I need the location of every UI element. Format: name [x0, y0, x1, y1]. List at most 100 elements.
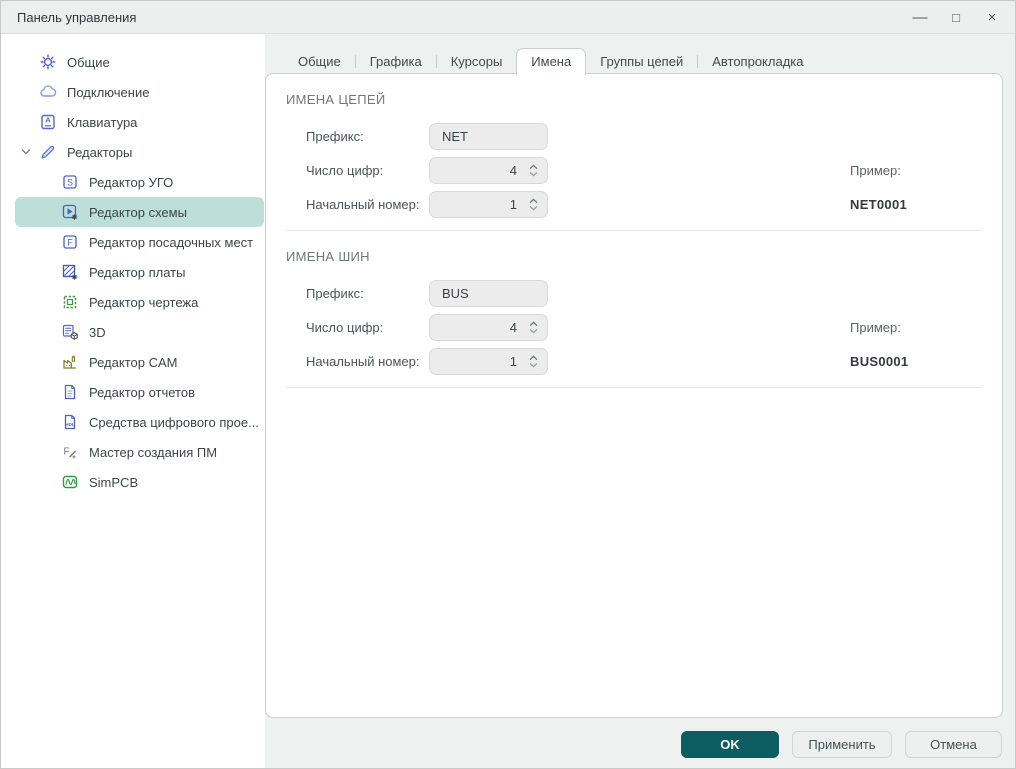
- settings-panel: ИМЕНА ЦЕПЕЙ Префикс: Число цифр:: [265, 73, 1003, 718]
- sidebar-item-label: Общие: [67, 54, 110, 70]
- section-title: ИМЕНА ЦЕПЕЙ: [286, 92, 386, 107]
- hdl-icon: HDL: [61, 413, 79, 431]
- sidebar-item-label: Подключение: [67, 84, 150, 100]
- example-value: BUS0001: [850, 354, 909, 369]
- net-prefix-input[interactable]: [429, 123, 548, 150]
- example-label: Пример:: [850, 163, 901, 178]
- tab-bar: Общие Графика Курсоры Имена Группы цепей…: [284, 48, 818, 75]
- gear-icon: [39, 53, 57, 71]
- maximize-button[interactable]: □: [941, 5, 971, 31]
- sidebar-item-footprint-wizard[interactable]: F Мастер создания ПМ: [15, 437, 264, 467]
- bus-prefix-input[interactable]: [429, 280, 548, 307]
- close-icon: ×: [987, 9, 997, 26]
- svg-text:HDL: HDL: [65, 422, 75, 427]
- bus-names-section: ИМЕНА ШИН Префикс: Число цифр:: [286, 249, 982, 375]
- sidebar-item-3d[interactable]: 3D: [15, 317, 264, 347]
- spinner-arrows-icon[interactable]: [528, 162, 539, 179]
- sidebar-item-label: Редактор CAM: [89, 354, 178, 370]
- tab-autorouting[interactable]: Автопрокладка: [698, 49, 817, 75]
- spinner-arrows-icon[interactable]: [528, 353, 539, 370]
- tab-cursors[interactable]: Курсоры: [437, 49, 517, 75]
- cloud-icon: [39, 83, 57, 101]
- field-label: Префикс:: [306, 286, 364, 301]
- sidebar-item-label: 3D: [89, 324, 106, 340]
- sidebar-item-simpcb[interactable]: SimPCB: [15, 467, 264, 497]
- sidebar-item-editors[interactable]: Редакторы: [15, 137, 264, 167]
- sidebar-item-schematic-editor[interactable]: Редактор схемы: [15, 197, 264, 227]
- tab-names[interactable]: Имена: [516, 48, 587, 75]
- tab-net-groups[interactable]: Группы цепей: [586, 49, 697, 75]
- sidebar-item-connection[interactable]: Подключение: [15, 77, 264, 107]
- apply-button[interactable]: Применить: [792, 731, 892, 758]
- tab-general[interactable]: Общие: [284, 49, 355, 75]
- 3d-icon: [61, 323, 79, 341]
- titlebar: Панель управления — □ ×: [1, 1, 1015, 34]
- bus-digits-spinner: [429, 314, 548, 341]
- field-label: Начальный номер:: [306, 354, 420, 369]
- sidebar-item-label: Редактор УГО: [89, 174, 174, 190]
- minimize-button[interactable]: —: [905, 5, 935, 31]
- svg-text:F: F: [64, 447, 70, 458]
- sidebar-item-label: Средства цифрового прое...: [89, 414, 259, 430]
- svg-text:F: F: [67, 237, 73, 247]
- sidebar-item-label: Клавиатура: [67, 114, 138, 130]
- symbol-editor-icon: S: [61, 173, 79, 191]
- sidebar-item-board-editor[interactable]: Редактор платы: [15, 257, 264, 287]
- sidebar-item-label: Редактор посадочных мест: [89, 234, 254, 250]
- bus-start-number-spinner: [429, 348, 548, 375]
- sidebar-item-label: SimPCB: [89, 474, 139, 490]
- form-row: Префикс:: [306, 280, 982, 307]
- sidebar-item-label: Мастер создания ПМ: [89, 444, 218, 460]
- report-editor-icon: [61, 383, 79, 401]
- close-button[interactable]: ×: [977, 5, 1007, 31]
- control-panel-window: Панель управления — □ × Общие Подключени…: [0, 0, 1016, 769]
- net-names-section: ИМЕНА ЦЕПЕЙ Префикс: Число цифр:: [286, 92, 982, 218]
- window-title: Панель управления: [17, 9, 137, 25]
- minimize-icon: —: [912, 9, 928, 26]
- window-controls: — □ ×: [905, 1, 1007, 34]
- pencil-icon: [39, 143, 57, 161]
- drawing-editor-icon: [61, 293, 79, 311]
- board-editor-icon: [61, 263, 79, 281]
- sidebar-item-label: Редактор схемы: [89, 204, 187, 220]
- section-title: ИМЕНА ШИН: [286, 249, 370, 264]
- sidebar-item-symbol-editor[interactable]: S Редактор УГО: [15, 167, 264, 197]
- svg-text:S: S: [67, 177, 73, 187]
- net-start-number-spinner: [429, 191, 548, 218]
- section-divider: [286, 230, 982, 231]
- keyboard-icon: A: [39, 113, 57, 131]
- schematic-editor-icon: [61, 203, 79, 221]
- field-label: Начальный номер:: [306, 197, 420, 212]
- footprint-editor-icon: F: [61, 233, 79, 251]
- maximize-icon: □: [952, 10, 960, 25]
- sidebar-item-keyboard[interactable]: A Клавиатура: [15, 107, 264, 137]
- sidebar-item-label: Редактор платы: [89, 264, 186, 280]
- spinner-arrows-icon[interactable]: [528, 319, 539, 336]
- sidebar-item-label: Редактор отчетов: [89, 384, 195, 400]
- ok-button[interactable]: OK: [681, 731, 779, 758]
- field-label: Число цифр:: [306, 320, 384, 335]
- sidebar-item-label: Редакторы: [67, 144, 133, 160]
- sidebar-item-general[interactable]: Общие: [15, 47, 264, 77]
- sidebar-item-report-editor[interactable]: Редактор отчетов: [15, 377, 264, 407]
- sidebar-item-footprint-editor[interactable]: F Редактор посадочных мест: [15, 227, 264, 257]
- field-label: Префикс:: [306, 129, 364, 144]
- section-divider: [286, 387, 982, 388]
- example-value: NET0001: [850, 197, 908, 212]
- sidebar-item-label: Редактор чертежа: [89, 294, 199, 310]
- net-digits-spinner: [429, 157, 548, 184]
- spinner-arrows-icon[interactable]: [528, 196, 539, 213]
- example-label: Пример:: [850, 320, 901, 335]
- sidebar-item-drawing-editor[interactable]: Редактор чертежа: [15, 287, 264, 317]
- form-row: Префикс:: [306, 123, 982, 150]
- chevron-down-icon[interactable]: [19, 145, 33, 159]
- tab-graphics[interactable]: Графика: [356, 49, 436, 75]
- sidebar: Общие Подключение A Клавиатура Редакторы: [1, 34, 265, 768]
- cancel-button[interactable]: Отмена: [905, 731, 1002, 758]
- wizard-icon: F: [61, 443, 79, 461]
- sidebar-item-digital-design-tools[interactable]: HDL Средства цифрового прое...: [15, 407, 264, 437]
- simpcb-icon: [61, 473, 79, 491]
- field-label: Число цифр:: [306, 163, 384, 178]
- svg-text:A: A: [45, 116, 51, 125]
- sidebar-item-cam-editor[interactable]: Редактор CAM: [15, 347, 264, 377]
